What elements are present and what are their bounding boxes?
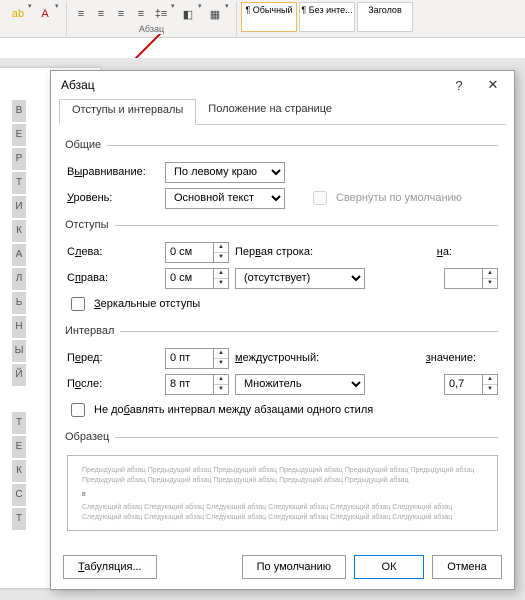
group-general: Общие Выравнивание: По левому краю Урове… (67, 139, 498, 213)
label-collapse: Свернуты по умолчанию (336, 192, 462, 204)
chevron-down-icon[interactable]: ▾ (28, 2, 35, 26)
legend-interval: Интервал (65, 325, 120, 337)
group-indent: Отступы Слева: ▲▼ Первая строка: на: Спр… (67, 219, 498, 319)
dialog-tabs: Отступы и интервалы Положение на страниц… (59, 99, 506, 125)
tabs-button[interactable]: Табуляция... (63, 555, 157, 579)
chevron-up-icon: ▲ (214, 269, 228, 279)
chevron-down-icon: ▼ (483, 279, 497, 288)
mirror-checkbox[interactable] (71, 297, 85, 311)
group-interval: Интервал Перед: ▲▼ междустрочный: значен… (67, 325, 498, 425)
label-firstline: Первая строка: (235, 246, 355, 258)
close-button[interactable]: ✕ (476, 72, 510, 98)
tab-indents[interactable]: Отступы и интервалы (59, 99, 196, 125)
by-spinner[interactable]: ▲▼ (444, 268, 498, 289)
group-preview: Образец Предыдущий абзац Предыдущий абза… (67, 431, 498, 533)
align-left-button[interactable]: ≡ (72, 4, 90, 24)
chevron-up-icon: ▲ (214, 243, 228, 253)
label-alignment: Выравнивание: (67, 166, 159, 178)
level-select[interactable]: Основной текст (165, 188, 285, 209)
ribbon-font-color-group: ab▾ A▾ (4, 2, 67, 38)
cancel-button[interactable]: Отмена (432, 555, 502, 579)
style-normal[interactable]: ¶ Обычный (241, 2, 297, 32)
right-indent-spinner[interactable]: ▲▼ (165, 268, 229, 289)
chevron-down-icon: ▼ (214, 253, 228, 262)
value-spinner[interactable]: ▲▼ (444, 374, 498, 395)
legend-general: Общие (65, 139, 107, 151)
ribbon-styles-gallery: ¶ Обычный ¶ Без инте... Заголов (237, 2, 417, 32)
firstline-select[interactable]: (отсутствует) (235, 268, 365, 289)
label-after: После: (67, 378, 159, 390)
before-spinner[interactable]: ▲▼ (165, 348, 229, 369)
ribbon-group-label: Абзац (139, 24, 164, 34)
paragraph-dialog: Абзац ? ✕ Отступы и интервалы Положение … (50, 70, 515, 590)
chevron-up-icon: ▲ (483, 269, 497, 279)
label-level: Уровень: (67, 192, 159, 204)
tab-position[interactable]: Положение на странице (196, 99, 344, 124)
label-value: значение: (426, 352, 476, 364)
left-indent-spinner[interactable]: ▲▼ (165, 242, 229, 263)
dialog-buttons: Табуляция... По умолчанию ОК Отмена (63, 555, 502, 579)
chevron-down-icon[interactable]: ▾ (225, 2, 232, 26)
chevron-up-icon: ▲ (214, 349, 228, 359)
label-left: Слева: (67, 246, 159, 258)
collapse-checkbox (313, 191, 327, 205)
line-spacing-button[interactable]: ‡≡ (152, 4, 170, 24)
style-nospacing[interactable]: ¶ Без инте... (299, 2, 355, 32)
shading-button[interactable]: ◧ (179, 4, 197, 24)
chevron-down-icon: ▼ (214, 385, 228, 394)
dialog-body: Общие Выравнивание: По левому краю Урове… (51, 125, 514, 543)
chevron-down-icon[interactable]: ▾ (171, 2, 178, 26)
highlight-color-button[interactable]: ab (9, 4, 27, 24)
dialog-titlebar: Абзац ? ✕ (51, 71, 514, 99)
align-right-button[interactable]: ≡ (112, 4, 130, 24)
style-heading[interactable]: Заголов (357, 2, 413, 32)
align-center-button[interactable]: ≡ (92, 4, 110, 24)
label-right: Справа: (67, 272, 159, 284)
alignment-select[interactable]: По левому краю (165, 162, 285, 183)
label-by: на: (437, 246, 452, 258)
chevron-down-icon: ▼ (483, 385, 497, 394)
chevron-down-icon: ▼ (214, 279, 228, 288)
after-spinner[interactable]: ▲▼ (165, 374, 229, 395)
ok-button[interactable]: ОК (354, 555, 424, 579)
chevron-up-icon: ▲ (483, 375, 497, 385)
chevron-down-icon[interactable]: ▾ (55, 2, 62, 26)
help-button[interactable]: ? (442, 72, 476, 98)
vertical-text: В Е Р Т И К А Л Ь Н Ы Й Т Е К С Т (12, 100, 26, 532)
chevron-down-icon[interactable]: ▾ (198, 2, 205, 26)
linespacing-select[interactable]: Множитель (235, 374, 365, 395)
legend-indent: Отступы (65, 219, 115, 231)
label-mirror: Зеркальные отступы (94, 298, 200, 310)
font-color-button[interactable]: A (36, 4, 54, 24)
dialog-title: Абзац (61, 78, 442, 92)
nospace-checkbox[interactable] (71, 403, 85, 417)
legend-preview: Образец (65, 431, 115, 443)
chevron-up-icon: ▲ (214, 375, 228, 385)
borders-button[interactable]: ▦ (206, 4, 224, 24)
default-button[interactable]: По умолчанию (242, 555, 346, 579)
align-justify-button[interactable]: ≡ (132, 4, 150, 24)
preview-box: Предыдущий абзац Предыдущий абзац Предыд… (67, 455, 498, 531)
label-before: Перед: (67, 352, 159, 364)
label-linespacing: междустрочный: (235, 352, 355, 364)
ribbon: ab▾ A▾ ≡ ≡ ≡ ≡ ‡≡▾ ◧▾ ▦▾ Абзац ¶ Обычный… (0, 0, 525, 38)
chevron-down-icon: ▼ (214, 359, 228, 368)
label-nospace: Не добавлять интервал между абзацами одн… (94, 404, 373, 416)
ribbon-paragraph-group: ≡ ≡ ≡ ≡ ‡≡▾ ◧▾ ▦▾ Абзац (67, 2, 237, 38)
